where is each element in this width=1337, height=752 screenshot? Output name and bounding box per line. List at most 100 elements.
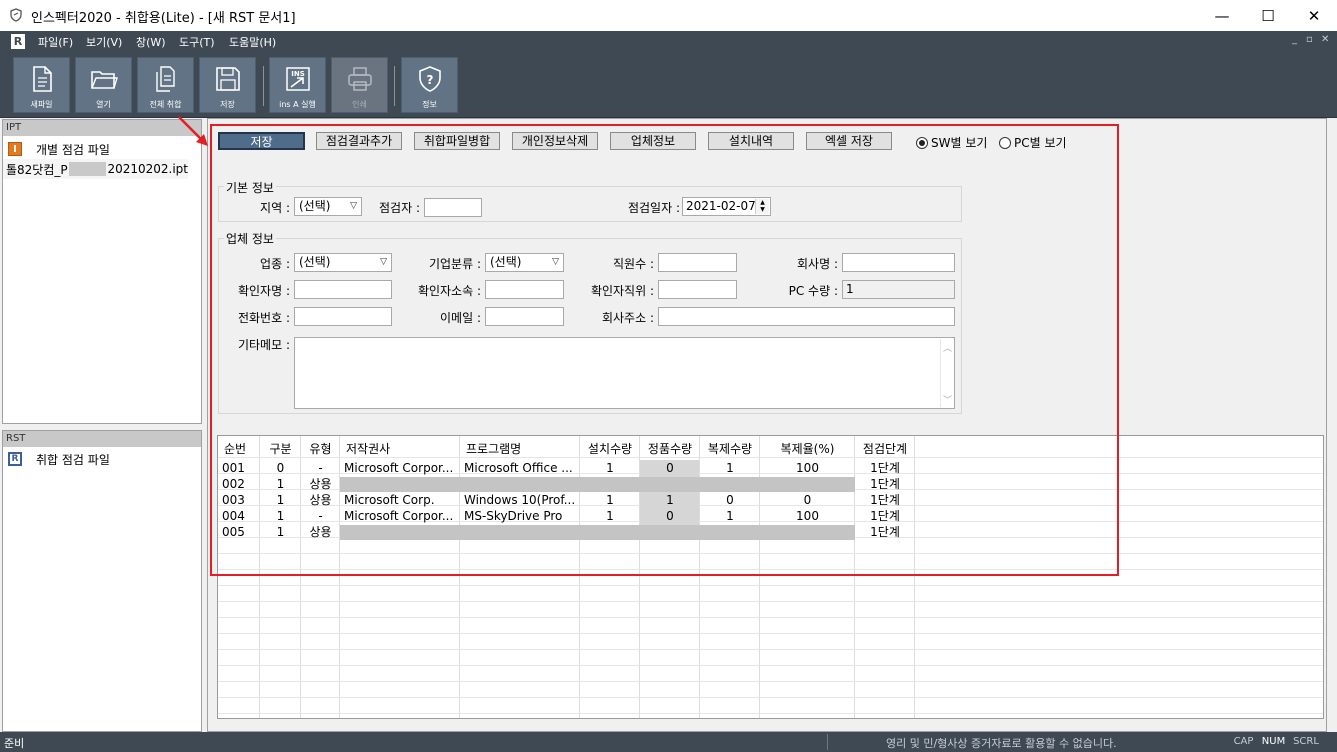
grid-cell-genuine[interactable]: 0 <box>640 460 700 476</box>
grid-cell-category[interactable]: 1 <box>260 476 301 492</box>
confirmer-dept-input[interactable] <box>485 280 564 299</box>
print-button[interactable]: 인쇄 <box>331 57 388 113</box>
grid-cell-seq[interactable]: 001 <box>218 460 260 476</box>
grid-header-copied[interactable]: 복제수량 <box>700 440 760 457</box>
grid-cell-copy-rate[interactable] <box>760 476 855 492</box>
grid-cell-publisher[interactable]: Microsoft Corpor... <box>340 460 460 476</box>
grid-cell-installed[interactable]: 1 <box>580 492 640 508</box>
scroll-up-icon[interactable]: ︿ <box>943 341 952 354</box>
grid-header-category[interactable]: 구분 <box>260 440 301 457</box>
grid-cell-copied[interactable] <box>700 524 760 540</box>
spin-updown-icon[interactable]: ▲ ▼ <box>755 199 769 214</box>
grid-cell-copy-rate[interactable]: 0 <box>760 492 855 508</box>
menu-view[interactable]: 보기(V) <box>84 33 124 51</box>
mdi-minimize-button[interactable]: _ <box>1292 34 1297 45</box>
grid-cell-publisher[interactable] <box>340 524 460 540</box>
grid-cell-type[interactable]: 상용 <box>301 524 340 540</box>
ins-run-button[interactable]: INS ins A 실행 <box>269 57 326 113</box>
delete-personal-info-button[interactable]: 개인정보삭제 <box>512 132 598 150</box>
grid-header-installed[interactable]: 설치수량 <box>580 440 640 457</box>
grid-cell-copied[interactable]: 0 <box>700 492 760 508</box>
mdi-restore-button[interactable]: ▫ <box>1306 34 1313 45</box>
grid-cell-program[interactable] <box>460 476 580 492</box>
grid-cell-seq[interactable]: 002 <box>218 476 260 492</box>
close-button[interactable]: ✕ <box>1291 0 1337 31</box>
grid-cell-category[interactable]: 1 <box>260 524 301 540</box>
menu-window[interactable]: 창(W) <box>134 33 168 51</box>
memo-textarea[interactable] <box>294 337 955 409</box>
grid-header-genuine[interactable]: 정품수량 <box>640 440 700 457</box>
grid-cell-program[interactable] <box>460 524 580 540</box>
grid-cell-type[interactable]: - <box>301 508 340 524</box>
merge-files-button[interactable]: 취합파일병합 <box>414 132 500 150</box>
view-by-sw-radio[interactable]: SW별 보기 <box>916 134 987 151</box>
open-button[interactable]: 열기 <box>75 57 132 113</box>
grid-cell-genuine[interactable] <box>640 476 700 492</box>
inspection-date-picker[interactable]: 2021-02-07 ▲ ▼ <box>682 197 771 216</box>
grid-cell-installed[interactable] <box>580 524 640 540</box>
grid-header-seq[interactable]: 순번 <box>218 440 260 457</box>
phone-input[interactable] <box>294 307 392 326</box>
grid-cell-copy-rate[interactable]: 100 <box>760 508 855 524</box>
excel-save-button[interactable]: 엑셀 저장 <box>806 132 892 150</box>
confirmer-title-input[interactable] <box>658 280 737 299</box>
ipt-tree-item[interactable]: I 개별 점검 파일 <box>3 139 201 159</box>
app-r-logo-icon[interactable]: R <box>11 34 25 49</box>
industry-select[interactable]: (선택) ▽ <box>294 253 392 272</box>
company-category-select[interactable]: (선택) ▽ <box>485 253 564 272</box>
scroll-down-icon[interactable]: ﹀ <box>943 393 952 406</box>
grid-cell-genuine[interactable]: 1 <box>640 492 700 508</box>
grid-cell-genuine[interactable] <box>640 524 700 540</box>
grid-cell-installed[interactable] <box>580 476 640 492</box>
grid-cell-copied[interactable]: 1 <box>700 460 760 476</box>
grid-cell-installed[interactable]: 1 <box>580 460 640 476</box>
grid-cell-publisher[interactable] <box>340 476 460 492</box>
grid-header-copy-rate[interactable]: 복제율(%) <box>760 440 855 457</box>
mdi-close-button[interactable]: ✕ <box>1321 34 1329 45</box>
company-name-input[interactable] <box>842 253 955 272</box>
grid-cell-category[interactable]: 1 <box>260 508 301 524</box>
grid-cell-type[interactable]: 상용 <box>301 476 340 492</box>
grid-cell-seq[interactable]: 004 <box>218 508 260 524</box>
grid-cell-stage[interactable]: 1단계 <box>855 524 915 540</box>
inspector-input[interactable] <box>424 198 482 217</box>
grid-cell-publisher[interactable]: Microsoft Corpor... <box>340 508 460 524</box>
company-info-button[interactable]: 업체정보 <box>610 132 696 150</box>
grid-cell-stage[interactable]: 1단계 <box>855 460 915 476</box>
grid-cell-copied[interactable] <box>700 476 760 492</box>
grid-cell-stage[interactable]: 1단계 <box>855 476 915 492</box>
grid-header-program[interactable]: 프로그램명 <box>460 440 580 457</box>
grid-cell-copy-rate[interactable]: 100 <box>760 460 855 476</box>
ipt-file-item[interactable]: 톨82닷컴_P 20210202.ipt <box>3 159 188 179</box>
rst-tree-item[interactable]: R 취합 점검 파일 <box>3 449 201 469</box>
grid-cell-category[interactable]: 1 <box>260 492 301 508</box>
install-history-button[interactable]: 설치내역 <box>708 132 794 150</box>
maximize-button[interactable]: ☐ <box>1245 0 1291 31</box>
merge-all-button[interactable]: 전체 취합 <box>137 57 194 113</box>
grid-cell-publisher[interactable]: Microsoft Corp. <box>340 492 460 508</box>
grid-cell-copied[interactable]: 1 <box>700 508 760 524</box>
grid-cell-program[interactable]: Windows 10(Prof... <box>460 492 580 508</box>
employees-input[interactable] <box>658 253 737 272</box>
info-button[interactable]: ? 정보 <box>401 57 458 113</box>
new-file-button[interactable]: 새파일 <box>13 57 70 113</box>
grid-cell-program[interactable]: MS-SkyDrive Pro <box>460 508 580 524</box>
save-toolbar-button[interactable]: 저장 <box>199 57 256 113</box>
menu-file[interactable]: 파일(F) <box>36 33 75 51</box>
grid-cell-stage[interactable]: 1단계 <box>855 492 915 508</box>
grid-cell-type[interactable]: 상용 <box>301 492 340 508</box>
memo-scrollbar[interactable]: ︿ ﹀ <box>940 339 953 407</box>
grid-cell-category[interactable]: 0 <box>260 460 301 476</box>
minimize-button[interactable]: — <box>1199 0 1245 31</box>
grid-header-publisher[interactable]: 저작권사 <box>340 440 460 457</box>
grid-header-stage[interactable]: 점검단계 <box>855 440 915 457</box>
company-address-input[interactable] <box>658 307 955 326</box>
grid-cell-program[interactable]: Microsoft Office ... <box>460 460 580 476</box>
grid-cell-seq[interactable]: 003 <box>218 492 260 508</box>
grid-header-type[interactable]: 유형 <box>301 440 340 457</box>
confirmer-name-input[interactable] <box>294 280 392 299</box>
grid-cell-type[interactable]: - <box>301 460 340 476</box>
add-result-button[interactable]: 점검결과추가 <box>316 132 402 150</box>
save-button[interactable]: 저장 <box>218 132 305 150</box>
grid-cell-seq[interactable]: 005 <box>218 524 260 540</box>
